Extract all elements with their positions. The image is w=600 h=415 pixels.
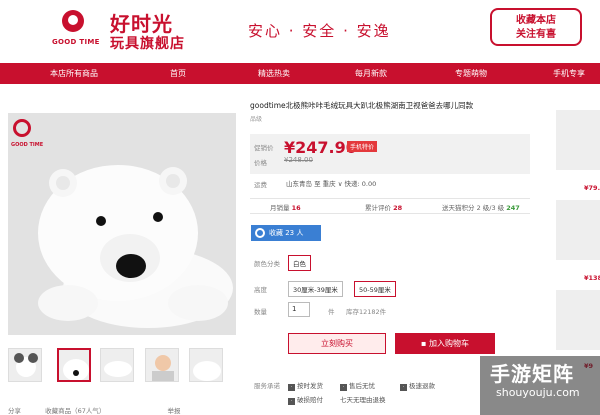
points-level: 2 级/3 级 xyxy=(476,204,505,212)
delivery-info[interactable]: 山东青岛 至 重庆 ∨ 快递: 0.00 xyxy=(286,178,376,188)
service-aftersale: · 售后无忧 xyxy=(340,380,375,391)
review-count-label: 累计评价 xyxy=(365,204,391,212)
buy-now-button[interactable]: 立刻购买 xyxy=(288,333,386,354)
points-label: 送天猫积分 xyxy=(442,204,475,212)
favorite-store-button[interactable]: 收藏本店 关注有喜 xyxy=(490,8,582,46)
service-ontime: · 按时发货 xyxy=(288,380,323,391)
side-item-2[interactable] xyxy=(556,200,600,260)
promo-price-label: 促销价 xyxy=(254,144,274,152)
points-value: 247 xyxy=(506,204,520,212)
watermark-cn: 手游矩阵 xyxy=(490,362,574,386)
quantity-label: 数量 xyxy=(254,308,267,316)
color-label: 颜色分类 xyxy=(254,260,280,268)
service-ontime-text: 按时发货 xyxy=(297,382,323,390)
nav-item-hot[interactable]: 精选热卖 xyxy=(258,68,290,79)
report-link[interactable]: 举报 xyxy=(167,407,180,415)
service-aftersale-text: 售后无忧 xyxy=(349,382,375,390)
collect-icon xyxy=(255,228,265,238)
store-nav-bar: 本店所有商品 首页 精选热卖 每月新款 专题萌物 手机专享 xyxy=(0,63,600,84)
size-option-50-59[interactable]: 50-59厘米 xyxy=(354,281,396,297)
sales-stats: 月销量 16 累计评价 28 送天猫积分 2 级/3 级 247 xyxy=(250,198,530,214)
original-price: ¥248.00 xyxy=(284,156,313,164)
side-price-1: ¥79. xyxy=(584,184,600,192)
nav-item-all-products[interactable]: 本店所有商品 xyxy=(50,68,98,79)
logo-english: GOOD TIME xyxy=(52,38,100,46)
watermark: 手游矩阵 shouyouju.com xyxy=(480,356,600,415)
service-ontime-icon: · xyxy=(288,384,295,391)
quantity-unit: 件 xyxy=(328,308,335,316)
polar-bear-image xyxy=(38,165,233,328)
service-damage-text: 破损赔付 xyxy=(297,396,323,404)
logo-chinese-sub: 玩具旗舰店 xyxy=(110,36,185,52)
thumbnail-2[interactable] xyxy=(57,348,91,382)
thumbnail-4[interactable] xyxy=(145,348,179,382)
favorite-store-line1: 收藏本店 xyxy=(516,15,556,26)
promo-price: ¥247.90 xyxy=(284,138,357,157)
price-badge: 手机特价 xyxy=(347,141,378,152)
service-refund-text: 极速退款 xyxy=(409,382,435,390)
nav-item-mobile[interactable]: 手机专享 xyxy=(553,68,585,79)
product-main-image[interactable]: GOOD TIME xyxy=(8,113,236,335)
share-link[interactable]: 分享 xyxy=(8,407,21,415)
favorite-item-link[interactable]: 收藏商品（67人气） xyxy=(45,407,105,415)
nav-item-home[interactable]: 首页 xyxy=(170,68,186,79)
thumbnail-5[interactable] xyxy=(189,348,223,382)
service-damage: · 破损赔付 xyxy=(288,394,323,405)
points-info: 送天猫积分 2 级/3 级 247 xyxy=(442,202,520,212)
review-count-value: 28 xyxy=(393,204,403,212)
watermark-en: shouyouju.com xyxy=(496,386,580,399)
monthly-sales-value: 16 xyxy=(291,204,301,212)
quantity-input[interactable]: 1 xyxy=(288,302,310,317)
add-to-cart-label: 加入购物车 xyxy=(428,339,469,348)
collect-button[interactable]: 收藏 23 人 xyxy=(251,225,321,241)
original-price-label: 价格 xyxy=(254,159,267,167)
price-box: 促销价 ¥247.90 手机特价 价格 ¥248.00 xyxy=(250,134,530,174)
store-header: GOOD TIME 好时光 玩具旗舰店 安心 · 安全 · 安逸 收藏本店 关注… xyxy=(0,0,600,62)
size-option-30-39[interactable]: 30厘米-39厘米 xyxy=(288,281,343,297)
review-count[interactable]: 累计评价 28 xyxy=(365,202,402,212)
thumbnail-3[interactable] xyxy=(100,348,134,382)
service-refund: · 极速退款 xyxy=(400,380,435,391)
collect-count: 收藏 23 人 xyxy=(269,229,304,237)
service-aftersale-icon: · xyxy=(340,384,347,391)
size-label: 高度 xyxy=(254,286,267,294)
bottom-actions: 分享 收藏商品（67人气） 举报 xyxy=(8,405,180,415)
monthly-sales: 月销量 16 xyxy=(270,202,301,212)
product-title: goodtime北极熊咔咔毛绒玩具大趴北极熊湖南卫视爸爸去哪儿同款 xyxy=(250,101,474,110)
add-to-cart-button[interactable]: ▪ 加入购物车 xyxy=(395,333,495,354)
monthly-sales-label: 月销量 xyxy=(270,204,290,212)
stock-count: 库存12182件 xyxy=(346,308,387,316)
nav-item-new[interactable]: 每月新款 xyxy=(355,68,387,79)
color-option-white[interactable]: 白色 xyxy=(288,255,311,271)
store-slogan: 安心 · 安全 · 安逸 xyxy=(248,22,391,40)
favorite-store-line2: 关注有喜 xyxy=(516,29,556,40)
cart-icon: ▪ xyxy=(421,339,429,348)
service-label: 服务承诺 xyxy=(254,382,280,390)
thumbnail-1[interactable] xyxy=(8,348,42,382)
store-logo-icon[interactable] xyxy=(62,10,84,32)
service-return: 七天无理由退换 xyxy=(340,394,386,404)
delivery-label: 运费 xyxy=(254,181,267,189)
side-item-3[interactable] xyxy=(556,290,600,350)
side-item-1[interactable] xyxy=(556,110,600,170)
side-price-2: ¥138 xyxy=(584,274,600,282)
nav-item-topic[interactable]: 专题萌物 xyxy=(455,68,487,79)
product-subtitle: 品级 xyxy=(250,116,263,123)
service-damage-icon: · xyxy=(288,398,295,405)
service-return-text: 七天无理由退换 xyxy=(340,396,386,404)
service-refund-icon: · xyxy=(400,384,407,391)
